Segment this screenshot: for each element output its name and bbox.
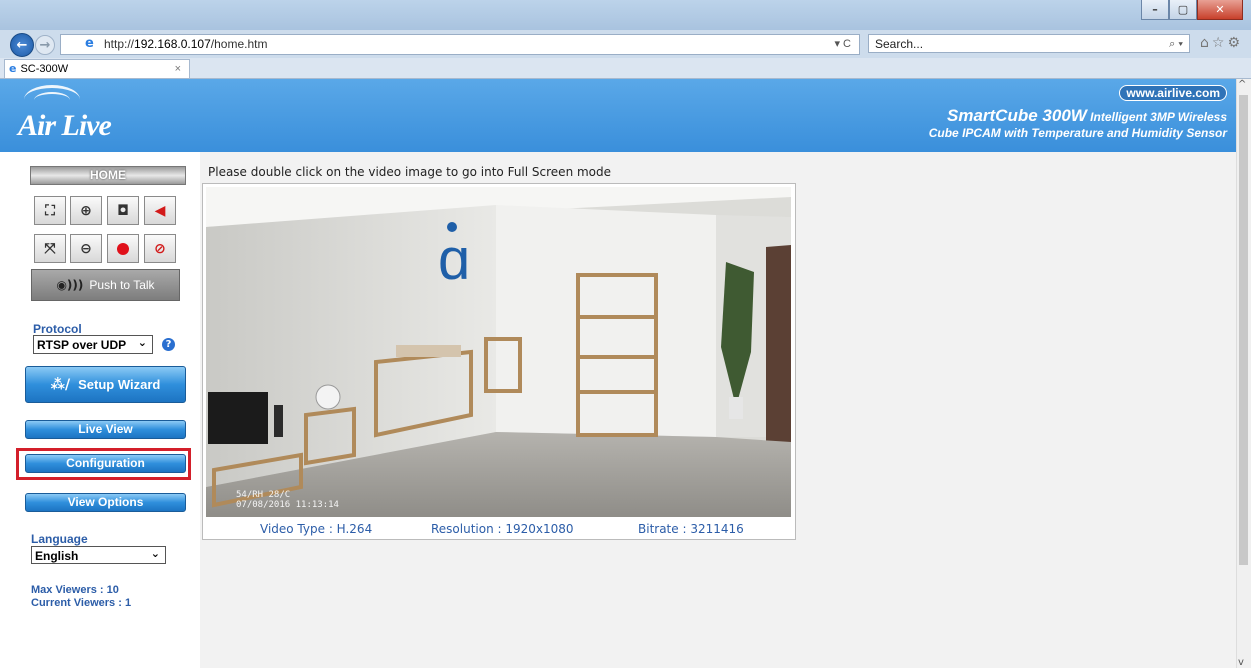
- minimize-button[interactable]: –: [1141, 0, 1169, 20]
- back-button[interactable]: ←: [10, 33, 34, 57]
- product-tagline-1: Intelligent 3MP Wireless: [1090, 110, 1227, 124]
- chevron-down-icon: ⌄: [137, 336, 147, 349]
- product-title: SmartCube 300W Intelligent 3MP Wireless …: [929, 106, 1227, 140]
- refresh-icon[interactable]: ▾ C: [834, 35, 851, 54]
- toolbar-icons[interactable]: ⌂☆⚙: [1200, 35, 1243, 51]
- full-screen-icon: ⤧: [44, 240, 56, 257]
- live-view-button[interactable]: Live View: [25, 420, 186, 439]
- main-panel: Please double click on the video image t…: [200, 152, 1237, 668]
- fullscreen-hint: Please double click on the video image t…: [208, 165, 612, 179]
- forward-button[interactable]: →: [35, 35, 55, 55]
- scroll-down-icon[interactable]: v: [1238, 657, 1244, 668]
- maximize-button[interactable]: ▢: [1169, 0, 1197, 20]
- current-viewers: Current Viewers : 1: [31, 597, 132, 609]
- search-placeholder: Search...: [875, 37, 924, 51]
- mic-mute-button[interactable]: ⊘: [144, 234, 176, 263]
- language-select[interactable]: English ⌄: [31, 546, 166, 564]
- close-tab-icon[interactable]: ×: [175, 60, 181, 79]
- ie-icon: e: [85, 36, 94, 51]
- magic-wand-icon: ⁂/: [50, 376, 71, 393]
- camera-scene-image: ɑ 54/RH 28/C 07/08/2016 11:13:14: [206, 187, 791, 517]
- product-tagline-2: Cube IPCAM with Temperature and Humidity…: [928, 126, 1227, 140]
- bitrate: Bitrate : 3211416: [638, 522, 744, 536]
- left-panel: HOME ⛶ ⊕ ◘ ◀ ⤧ ⊖ ⊘ ◉))) Push to Talk Pro…: [0, 152, 200, 668]
- max-viewers: Max Viewers : 10: [31, 584, 119, 596]
- speaker-icon: ◉))): [56, 278, 84, 292]
- ie-icon: e: [9, 62, 17, 75]
- camera-icon: ◘: [117, 202, 129, 219]
- snapshot-button[interactable]: ◘: [107, 196, 139, 225]
- stream-info: Video Type : H.264 Resolution : 1920x108…: [203, 521, 795, 537]
- video-container: ɑ 54/RH 28/C 07/08/2016 11:13:14 Video T…: [202, 183, 796, 540]
- video-overlay-sensor: 54/RH 28/C: [236, 490, 290, 500]
- website-link[interactable]: www.airlive.com: [1119, 85, 1227, 101]
- tab-title: SC-300W: [20, 63, 69, 75]
- product-name: SmartCube 300W: [947, 106, 1087, 125]
- viewer-counts: Max Viewers : 10 Current Viewers : 1: [31, 584, 131, 610]
- configuration-button[interactable]: Configuration: [25, 454, 186, 473]
- setup-wizard-label: Setup Wizard: [78, 377, 161, 392]
- url-host: 192.168.0.107: [134, 37, 211, 51]
- setup-wizard-button[interactable]: ⁂/ Setup Wizard: [25, 366, 186, 403]
- window-controls: – ▢ ✕: [1141, 0, 1243, 20]
- mute-button[interactable]: ◀: [144, 196, 176, 225]
- protocol-label: Protocol: [33, 322, 82, 336]
- page-content: HOME ⛶ ⊕ ◘ ◀ ⤧ ⊖ ⊘ ◉))) Push to Talk Pro…: [0, 152, 1237, 668]
- airlive-logo: Air Live: [18, 109, 112, 142]
- zoom-in-button[interactable]: ⊕: [70, 196, 102, 225]
- speaker-mute-icon: ◀: [154, 202, 166, 219]
- url-prefix: http://: [104, 37, 135, 51]
- video-type: Video Type : H.264: [260, 522, 373, 536]
- home-header: HOME: [30, 166, 186, 185]
- logo-arc-inner: [34, 92, 70, 108]
- fit-screen-icon: ⛶: [45, 202, 55, 219]
- full-screen-button[interactable]: ⤧: [34, 234, 66, 263]
- window-title-bar: – ▢ ✕: [0, 0, 1251, 30]
- zoom-out-icon: ⊖: [80, 240, 92, 257]
- tab-sc-300w[interactable]: e SC-300W ×: [4, 59, 190, 78]
- push-to-talk-label: Push to Talk: [89, 278, 155, 292]
- language-value: English: [35, 549, 79, 563]
- resolution: Resolution : 1920x1080: [431, 522, 574, 536]
- protocol-value: RTSP over UDP: [37, 338, 127, 352]
- live-video-feed[interactable]: ɑ 54/RH 28/C 07/08/2016 11:13:14: [206, 187, 791, 517]
- tab-bar: e SC-300W ×: [0, 58, 1251, 79]
- scroll-thumb[interactable]: [1239, 95, 1248, 565]
- url-path: /home.htm: [210, 37, 268, 51]
- search-icon[interactable]: ⌕ ▾: [1169, 35, 1183, 54]
- close-window-button[interactable]: ✕: [1197, 0, 1243, 20]
- search-input[interactable]: Search... ⌕ ▾: [868, 34, 1190, 53]
- record-button[interactable]: [107, 234, 139, 263]
- chevron-down-icon: ⌄: [150, 547, 160, 560]
- video-overlay-timestamp: 07/08/2016 11:13:14: [236, 500, 339, 510]
- svg-text:ɑ: ɑ: [438, 227, 470, 292]
- fit-screen-button[interactable]: ⛶: [34, 196, 66, 225]
- zoom-in-icon: ⊕: [80, 202, 92, 219]
- scroll-up-icon[interactable]: ^: [1238, 79, 1246, 90]
- push-to-talk-button[interactable]: ◉))) Push to Talk: [31, 269, 180, 301]
- language-label: Language: [31, 532, 88, 546]
- protocol-select[interactable]: RTSP over UDP ⌄: [33, 335, 153, 354]
- view-options-button[interactable]: View Options: [25, 493, 186, 512]
- microphone-mute-icon: ⊘: [154, 240, 166, 257]
- page-scrollbar[interactable]: ^ v: [1236, 79, 1251, 668]
- address-bar[interactable]: e http://192.168.0.107/home.htm ▾ C: [60, 34, 860, 55]
- browser-nav-bar: ← → e http://192.168.0.107/home.htm ▾ C S…: [0, 30, 1251, 58]
- header-banner: Air Live www.airlive.com SmartCube 300W …: [0, 79, 1237, 152]
- record-icon: [117, 242, 129, 255]
- help-icon[interactable]: ?: [162, 338, 175, 351]
- zoom-out-button[interactable]: ⊖: [70, 234, 102, 263]
